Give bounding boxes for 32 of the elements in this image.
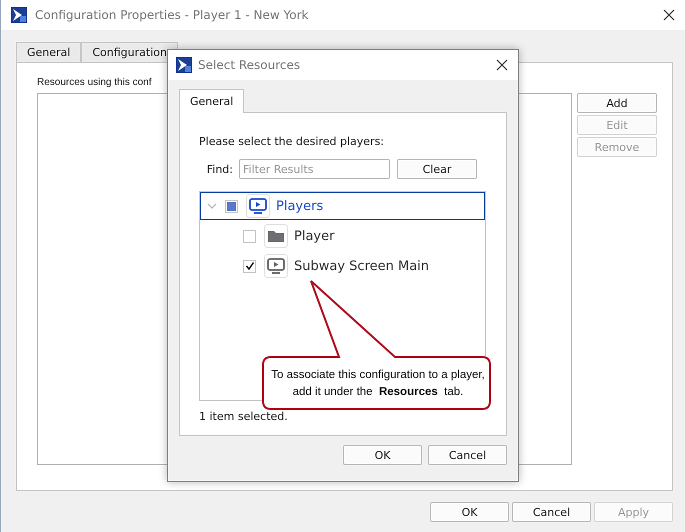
footer-button[interactable]: OK [430,502,509,522]
monitor-play-icon [246,194,270,218]
checkbox[interactable] [243,260,256,272]
prompt-text: Please select the desired players: [199,135,386,148]
search-field[interactable]: Filter Results [239,159,390,179]
tree-row[interactable]: Subway Screen Main [200,252,485,280]
close-icon[interactable] [496,59,508,71]
dialog-title: Select Resources [198,58,302,72]
list-label: Resources using this conf [37,77,153,88]
side-button[interactable]: Add [577,93,657,113]
tab[interactable]: General [179,89,244,113]
tree-row[interactable]: Players [200,192,485,220]
tab[interactable]: Configuration [81,42,178,62]
tree-row[interactable]: Player [200,222,485,250]
tab[interactable]: General [16,42,82,62]
app-logo-icon [176,57,192,73]
footer-button[interactable]: Cancel [512,502,591,522]
tree-label: Player [294,228,334,244]
dialog-button[interactable]: Cancel [428,445,507,465]
monitor-play-icon [264,254,288,278]
checkbox[interactable] [243,230,256,242]
close-icon[interactable] [663,9,675,21]
dialog-button[interactable]: OK [343,445,422,465]
callout-text: To associate this configuration to a player, add it under the Resources tab. [270,368,486,400]
selection-status: 1 item selected. [199,410,289,423]
folder-icon [264,224,288,248]
window-title: Configuration Properties - Player 1 - New York [35,8,310,22]
tree-label: Subway Screen Main [294,258,430,274]
tree-label: Players [276,198,324,214]
find-label: Find: [206,162,233,176]
app-logo-icon [11,7,27,23]
clear-button[interactable]: Clear [397,159,477,179]
